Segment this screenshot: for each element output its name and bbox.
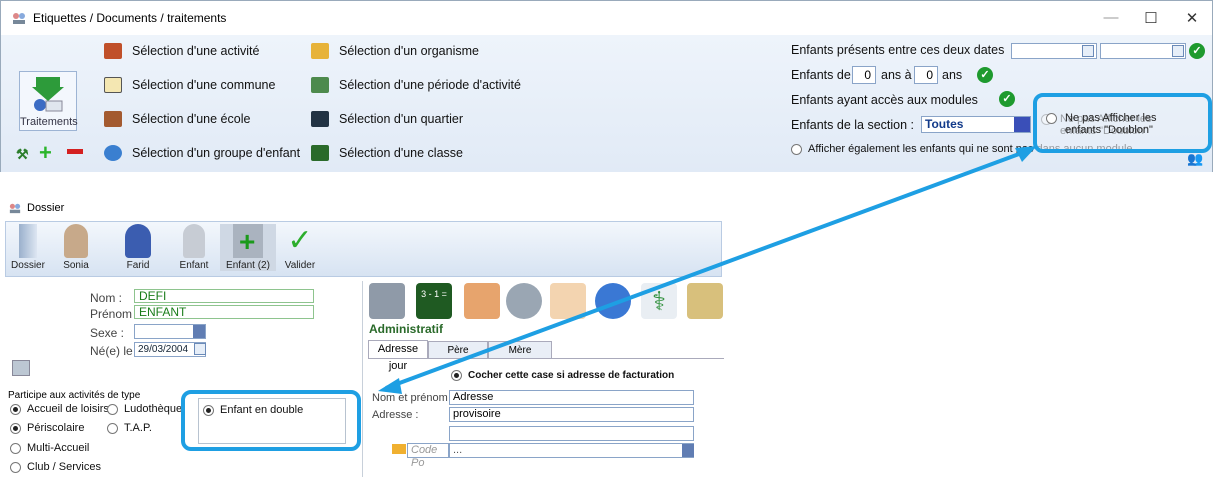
connector-arrow [378,146,1037,394]
